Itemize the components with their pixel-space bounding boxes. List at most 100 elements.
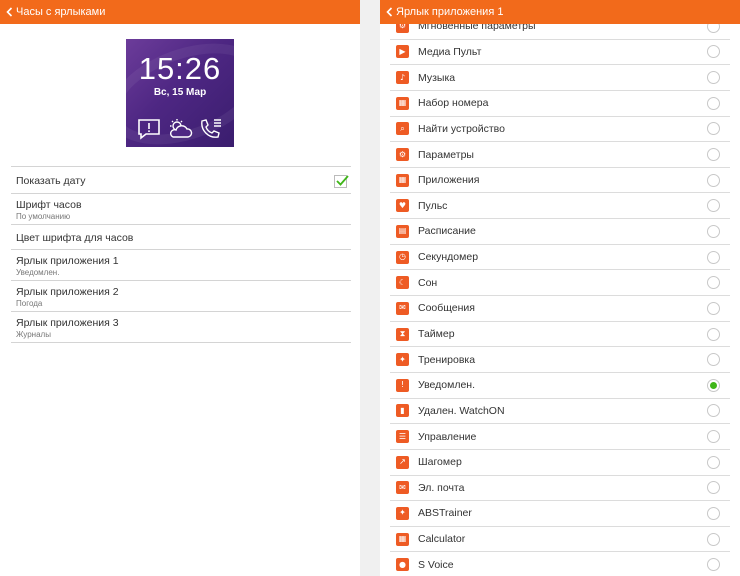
back-button[interactable] (4, 5, 14, 19)
s-voice-icon: ● (396, 558, 409, 572)
app-radio-button[interactable] (707, 506, 720, 520)
app-radio-button[interactable] (707, 532, 720, 546)
app-radio-button[interactable] (707, 122, 720, 136)
exercise-icon: ✦ (396, 353, 409, 367)
media-controller-icon: ▶ (396, 45, 409, 59)
checkmark-icon (336, 175, 349, 186)
app-radio-button[interactable] (707, 96, 720, 110)
screen-title: Часы с ярлыками (16, 6, 106, 18)
call-log-icon (198, 117, 224, 141)
dialer-icon: ▦ (396, 96, 409, 110)
clock-font-label: Шрифт часов (16, 199, 82, 211)
app-radio-button[interactable] (707, 199, 720, 213)
app-list-item-label: Тренировка (418, 353, 476, 366)
app-list-item-label: Calculator (418, 533, 466, 546)
app-list-item-label: Уведомлен. (418, 379, 476, 392)
app-list-item-label: Пульс (418, 199, 448, 212)
heart-rate-icon: ♥ (396, 199, 409, 213)
app-shortcut-picker-screen: Ярлык приложения 1 ⚙ Мгновенные параметры… (380, 0, 740, 576)
sleep-icon: ☾ (396, 276, 409, 290)
app-radio-button[interactable] (707, 378, 720, 392)
app-list-item[interactable]: ▶ Медиа Пульт (390, 40, 730, 66)
watch-face-preview: 15:26 Вс, 15 Мар (126, 39, 234, 147)
messages-icon: ✉ (396, 301, 409, 315)
abs-trainer-icon: ✦ (396, 506, 409, 520)
settings-icon: ⚙ (396, 148, 409, 162)
app-shortcut-2-row[interactable]: Ярлык приложения 2 Погода (11, 281, 351, 312)
app-list-item[interactable]: ☾ Сон (390, 270, 730, 297)
app-list-item-label: Секундомер (418, 251, 479, 264)
timer-icon: ⧗ (396, 327, 409, 341)
show-date-label: Показать дату (16, 175, 86, 187)
app-radio-button[interactable] (707, 173, 720, 187)
app-list-item[interactable]: ♪ Музыка (390, 65, 730, 91)
app-list-item[interactable]: ✉ Сообщения (390, 296, 730, 322)
app-list-item-label: Удален. WatchON (418, 404, 505, 417)
pedometer-icon: ↗ (396, 455, 409, 469)
app-list-item-label: Эл. почта (418, 481, 465, 494)
screen-title: Ярлык приложения 1 (396, 6, 504, 18)
app-radio-button[interactable] (707, 276, 720, 290)
app-radio-button[interactable] (707, 353, 720, 367)
app-list-item-label: Набор номера (418, 97, 489, 110)
app-list-item[interactable]: ⚙ Параметры (390, 142, 730, 168)
app-radio-button[interactable] (707, 481, 720, 495)
app-list-item[interactable]: ♥ Пульс (390, 193, 730, 220)
app-list-item-label: Найти устройство (418, 122, 505, 135)
apps-icon: ▦ (396, 173, 409, 187)
clock-settings-screen: Часы с ярлыками 15:26 Вс, 15 Мар Показат… (0, 0, 360, 576)
clock-font-row[interactable]: Шрифт часов По умолчанию (11, 194, 351, 225)
stopwatch-icon: ◷ (396, 250, 409, 264)
app-list-item[interactable]: ▦ Приложения (390, 168, 730, 194)
app-list-item-label: Параметры (418, 148, 474, 161)
app-shortcut-1-row[interactable]: Ярлык приложения 1 Уведомлен. (11, 250, 351, 281)
app-shortcut-3-value: Журналы (16, 330, 51, 339)
app-list-item[interactable]: ▦ Набор номера (390, 91, 730, 117)
app-list-item[interactable]: ✦ ABSTrainer (390, 501, 730, 527)
app-list-item-label: Шагомер (418, 456, 462, 469)
app-radio-button[interactable] (707, 148, 720, 162)
app-list-item[interactable]: ✉ Эл. почта (390, 476, 730, 502)
app-radio-button[interactable] (707, 404, 720, 418)
app-list-item[interactable]: ⌕ Найти устройство (390, 117, 730, 143)
app-radio-button[interactable] (707, 455, 720, 469)
app-radio-button[interactable] (707, 45, 720, 59)
clock-font-color-label: Цвет шрифта для часов (16, 232, 134, 244)
clock-font-color-row[interactable]: Цвет шрифта для часов (11, 225, 351, 250)
schedule-icon: ▤ (396, 224, 409, 238)
app-radio-button[interactable] (707, 430, 720, 444)
back-arrow-icon (385, 7, 392, 17)
show-date-checkbox[interactable] (334, 175, 349, 188)
back-button[interactable] (384, 5, 394, 19)
show-date-row[interactable]: Показать дату (11, 166, 351, 194)
app-list-item[interactable]: ✦ Тренировка (390, 347, 730, 373)
app-shortcut-3-row[interactable]: Ярлык приложения 3 Журналы (11, 312, 351, 343)
app-list-item[interactable]: ▤ Расписание (390, 219, 730, 245)
app-list-item[interactable]: ↗ Шагомер (390, 450, 730, 476)
app-radio-button[interactable] (707, 250, 720, 264)
app-list-item[interactable]: ☰ Управление (390, 424, 730, 450)
weather-icon (167, 117, 193, 141)
app-radio-button[interactable] (707, 71, 720, 85)
app-radio-button[interactable] (707, 224, 720, 238)
app-radio-button[interactable] (707, 327, 720, 341)
app-list-item-label: Музыка (418, 71, 456, 84)
app-list-item-label: Управление (418, 430, 477, 443)
app-radio-button[interactable] (707, 301, 720, 315)
app-list-item[interactable]: ! Уведомлен. (390, 373, 730, 399)
app-list-item[interactable]: ▮ Удален. WatchON (390, 399, 730, 425)
app-list-item[interactable]: ⧗ Таймер (390, 322, 730, 348)
app-list-item[interactable]: ◷ Секундомер (390, 245, 730, 271)
app-list-item[interactable]: ▦ Calculator (390, 527, 730, 553)
app-shortcut-1-label: Ярлык приложения 1 (16, 255, 119, 267)
app-list-item-label: Приложения (418, 174, 480, 187)
watch-date: Вс, 15 Мар (153, 87, 207, 98)
app-list-item[interactable]: ● S Voice (390, 552, 730, 576)
email-icon: ✉ (396, 481, 409, 495)
find-device-icon: ⌕ (396, 122, 409, 136)
app-list-item-label: ABSTrainer (418, 507, 472, 520)
app-radio-button[interactable] (707, 558, 720, 572)
settings-list: Показать дату Шрифт часов По умолчанию Ц… (11, 166, 351, 343)
app-bar: Часы с ярлыками (0, 0, 360, 24)
notification-icon (136, 117, 162, 141)
